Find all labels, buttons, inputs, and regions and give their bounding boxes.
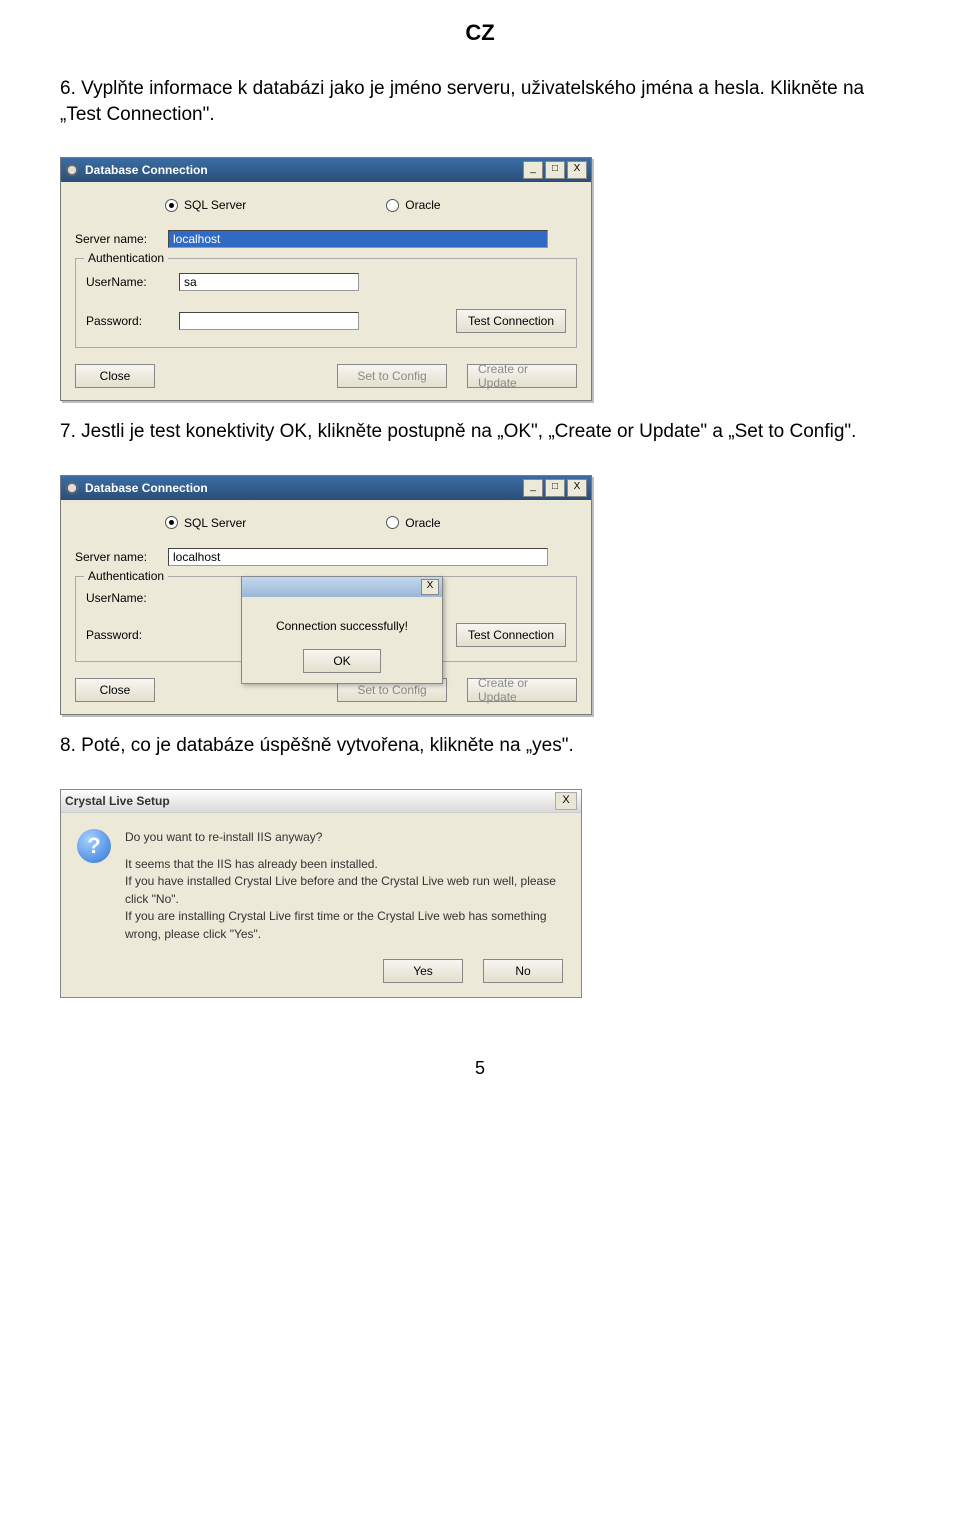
popup-ok-button[interactable]: OK <box>303 649 381 673</box>
radio-dot-icon <box>165 199 178 212</box>
minimize-button[interactable]: _ <box>523 479 543 497</box>
auth-legend: Authentication <box>84 569 168 583</box>
page-header: CZ <box>60 20 900 46</box>
setup-head: Do you want to re-install IIS anyway? <box>125 829 565 846</box>
setup-titlebar: Crystal Live Setup X <box>61 790 581 813</box>
username-input[interactable]: sa <box>179 273 359 291</box>
dialog-title: Database Connection <box>85 163 517 177</box>
gear-icon <box>65 481 79 495</box>
dialog-title: Database Connection <box>85 481 517 495</box>
step8-num: 8. <box>60 735 76 756</box>
radio-dot-icon <box>386 516 399 529</box>
radio-dot-icon <box>386 199 399 212</box>
server-name-label: Server name: <box>75 550 160 564</box>
password-label: Password: <box>86 628 171 642</box>
close-button[interactable]: X <box>567 161 587 179</box>
setup-line1: It seems that the IIS has already been i… <box>125 856 565 873</box>
maximize-button[interactable]: □ <box>545 479 565 497</box>
password-label: Password: <box>86 314 171 328</box>
server-name-label: Server name: <box>75 232 160 246</box>
db-connection-dialog-1: Database Connection _ □ X SQL Server Ora… <box>60 157 592 401</box>
oracle-label: Oracle <box>405 198 440 212</box>
popup-message: Connection successfully! <box>242 597 442 643</box>
username-label: UserName: <box>86 591 171 605</box>
username-label: UserName: <box>86 275 171 289</box>
sql-label: SQL Server <box>184 198 246 212</box>
auth-legend: Authentication <box>84 251 168 265</box>
question-icon: ? <box>77 829 111 863</box>
server-name-input[interactable]: localhost <box>168 548 548 566</box>
setup-title: Crystal Live Setup <box>65 794 555 808</box>
page-number: 5 <box>60 1058 900 1079</box>
popup-titlebar: X <box>242 577 442 597</box>
create-or-update-button[interactable]: Create or Update <box>467 678 577 702</box>
step6-text: 6. Vyplňte informace k databázi jako je … <box>60 76 900 127</box>
sql-server-radio[interactable]: SQL Server <box>165 516 246 530</box>
step7-text: 7. Jestli je test konektivity OK, klikně… <box>60 419 900 445</box>
set-to-config-button[interactable]: Set to Config <box>337 364 447 388</box>
test-connection-button[interactable]: Test Connection <box>456 623 566 647</box>
setup-line2: If you have installed Crystal Live befor… <box>125 873 565 908</box>
oracle-label: Oracle <box>405 516 440 530</box>
step6-body: Vyplňte informace k databázi jako je jmé… <box>60 78 864 125</box>
yes-button[interactable]: Yes <box>383 959 463 983</box>
minimize-button[interactable]: _ <box>523 161 543 179</box>
close-dialog-button[interactable]: Close <box>75 678 155 702</box>
step7-num: 7. <box>60 421 76 442</box>
sql-label: SQL Server <box>184 516 246 530</box>
db-connection-dialog-2: Database Connection _ □ X SQL Server Ora… <box>60 475 592 715</box>
sql-server-radio[interactable]: SQL Server <box>165 198 246 212</box>
oracle-radio[interactable]: Oracle <box>386 198 440 212</box>
step7-body: Jestli je test konektivity OK, klikněte … <box>81 421 856 442</box>
popup-close-button[interactable]: X <box>421 579 439 595</box>
connection-success-popup: X Connection successfully! OK <box>241 576 443 684</box>
titlebar: Database Connection _ □ X <box>61 476 591 500</box>
gear-icon <box>65 163 79 177</box>
no-button[interactable]: No <box>483 959 563 983</box>
setup-line3: If you are installing Crystal Live first… <box>125 908 565 943</box>
authentication-group: Authentication UserName: sa Password: Te… <box>75 258 577 348</box>
step8-body: Poté, co je databáze úspěšně vytvořena, … <box>81 735 574 756</box>
test-connection-button[interactable]: Test Connection <box>456 309 566 333</box>
radio-dot-icon <box>165 516 178 529</box>
titlebar: Database Connection _ □ X <box>61 158 591 182</box>
create-or-update-button[interactable]: Create or Update <box>467 364 577 388</box>
setup-message: Do you want to re-install IIS anyway? It… <box>125 829 565 943</box>
close-button[interactable]: X <box>567 479 587 497</box>
crystal-live-setup-dialog: Crystal Live Setup X ? Do you want to re… <box>60 789 582 998</box>
password-input[interactable] <box>179 312 359 330</box>
server-name-input[interactable]: localhost <box>168 230 548 248</box>
step8-text: 8. Poté, co je databáze úspěšně vytvořen… <box>60 733 900 759</box>
oracle-radio[interactable]: Oracle <box>386 516 440 530</box>
close-dialog-button[interactable]: Close <box>75 364 155 388</box>
maximize-button[interactable]: □ <box>545 161 565 179</box>
step6-num: 6. <box>60 78 76 99</box>
setup-close-button[interactable]: X <box>555 792 577 810</box>
